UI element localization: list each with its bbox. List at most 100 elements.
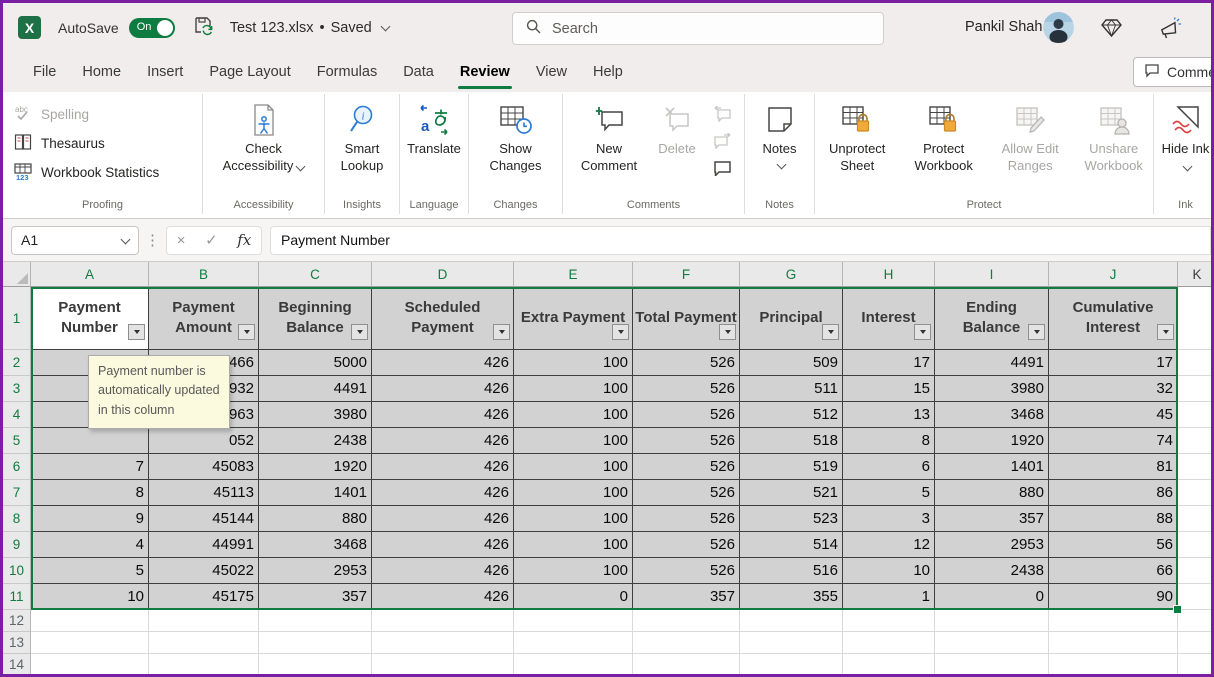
cell-B2[interactable]: 466: [149, 350, 259, 376]
cell-H8[interactable]: 3: [843, 506, 935, 532]
filter-button-I[interactable]: [1028, 324, 1045, 340]
tab-help[interactable]: Help: [580, 52, 636, 92]
cell-E3[interactable]: 100: [514, 376, 633, 402]
cell-K10[interactable]: [1178, 558, 1211, 584]
cell-G13[interactable]: [740, 632, 843, 654]
cell-G11[interactable]: 355: [740, 584, 843, 610]
cell-D13[interactable]: [372, 632, 514, 654]
column-header-D[interactable]: D: [372, 262, 514, 287]
formula-input[interactable]: [270, 226, 1211, 255]
cell-K7[interactable]: [1178, 480, 1211, 506]
cell-J4[interactable]: 45: [1049, 402, 1178, 428]
cell-H14[interactable]: [843, 654, 935, 674]
cell-K6[interactable]: [1178, 454, 1211, 480]
cell-E13[interactable]: [514, 632, 633, 654]
cell-J10[interactable]: 66: [1049, 558, 1178, 584]
cell-B5[interactable]: 052: [149, 428, 259, 454]
cell-B1[interactable]: Payment Amount: [149, 287, 259, 350]
name-box[interactable]: A1: [11, 226, 139, 255]
cell-G12[interactable]: [740, 610, 843, 632]
previous-comment-button[interactable]: [711, 105, 733, 123]
column-header-J[interactable]: J: [1049, 262, 1178, 287]
new-comment-button[interactable]: New Comment: [571, 97, 647, 177]
row-header-1[interactable]: 1: [3, 287, 31, 350]
cell-E12[interactable]: [514, 610, 633, 632]
cell-B12[interactable]: [149, 610, 259, 632]
cell-D10[interactable]: 426: [372, 558, 514, 584]
megaphone-icon[interactable]: [1158, 17, 1182, 45]
cell-K11[interactable]: [1178, 584, 1211, 610]
cell-G1[interactable]: Principal: [740, 287, 843, 350]
cell-J8[interactable]: 88: [1049, 506, 1178, 532]
cell-G10[interactable]: 516: [740, 558, 843, 584]
cell-F9[interactable]: 526: [633, 532, 740, 558]
cell-A14[interactable]: [31, 654, 149, 674]
cell-J14[interactable]: [1049, 654, 1178, 674]
cell-K4[interactable]: [1178, 402, 1211, 428]
show-changes-button[interactable]: Show Changes: [481, 97, 551, 175]
cell-H6[interactable]: 6: [843, 454, 935, 480]
cell-I5[interactable]: 1920: [935, 428, 1049, 454]
cell-B7[interactable]: 45113: [149, 480, 259, 506]
row-header-8[interactable]: 8: [3, 506, 31, 532]
cell-H5[interactable]: 8: [843, 428, 935, 454]
unprotect-sheet-button[interactable]: Unprotect Sheet: [815, 97, 899, 175]
cell-D9[interactable]: 426: [372, 532, 514, 558]
cell-F10[interactable]: 526: [633, 558, 740, 584]
cell-H13[interactable]: [843, 632, 935, 654]
filter-button-B[interactable]: [238, 324, 255, 340]
cell-A13[interactable]: [31, 632, 149, 654]
column-header-F[interactable]: F: [633, 262, 740, 287]
cell-J12[interactable]: [1049, 610, 1178, 632]
diamond-icon[interactable]: [1100, 17, 1123, 44]
column-header-B[interactable]: B: [149, 262, 259, 287]
cell-C3[interactable]: 4491: [259, 376, 372, 402]
cell-B11[interactable]: 45175: [149, 584, 259, 610]
cell-I8[interactable]: 357: [935, 506, 1049, 532]
row-header-13[interactable]: 13: [3, 632, 31, 654]
cell-D7[interactable]: 426: [372, 480, 514, 506]
cell-A4[interactable]: [31, 402, 149, 428]
column-header-K[interactable]: K: [1178, 262, 1211, 287]
cell-G8[interactable]: 523: [740, 506, 843, 532]
cell-J6[interactable]: 81: [1049, 454, 1178, 480]
comments-button[interactable]: Comments: [1133, 57, 1214, 87]
tab-view[interactable]: View: [523, 52, 580, 92]
cell-B14[interactable]: [149, 654, 259, 674]
cell-A12[interactable]: [31, 610, 149, 632]
cell-K8[interactable]: [1178, 506, 1211, 532]
cell-J2[interactable]: 17: [1049, 350, 1178, 376]
filter-button-A[interactable]: [128, 324, 145, 340]
enter-icon[interactable]: ✓: [205, 231, 218, 249]
search-input[interactable]: [550, 20, 850, 38]
cell-I1[interactable]: Ending Balance: [935, 287, 1049, 350]
tab-insert[interactable]: Insert: [134, 52, 196, 92]
fill-handle[interactable]: [1173, 605, 1182, 614]
row-header-6[interactable]: 6: [3, 454, 31, 480]
cell-H9[interactable]: 12: [843, 532, 935, 558]
cell-C13[interactable]: [259, 632, 372, 654]
cell-H4[interactable]: 13: [843, 402, 935, 428]
row-header-2[interactable]: 2: [3, 350, 31, 376]
cell-K12[interactable]: [1178, 610, 1211, 632]
filter-button-C[interactable]: [351, 324, 368, 340]
filter-button-G[interactable]: [822, 324, 839, 340]
cell-G9[interactable]: 514: [740, 532, 843, 558]
filter-button-D[interactable]: [493, 324, 510, 340]
cell-D12[interactable]: [372, 610, 514, 632]
workbook-statistics-button[interactable]: 123 Workbook Statistics: [3, 158, 202, 187]
column-header-C[interactable]: C: [259, 262, 372, 287]
cell-F2[interactable]: 526: [633, 350, 740, 376]
cell-J1[interactable]: Cumulative Interest: [1049, 287, 1178, 350]
cell-D1[interactable]: Scheduled Payment: [372, 287, 514, 350]
row-header-10[interactable]: 10: [3, 558, 31, 584]
row-header-4[interactable]: 4: [3, 402, 31, 428]
cell-A10[interactable]: 5: [31, 558, 149, 584]
cell-H1[interactable]: Interest: [843, 287, 935, 350]
cell-E11[interactable]: 0: [514, 584, 633, 610]
row-header-3[interactable]: 3: [3, 376, 31, 402]
cell-E9[interactable]: 100: [514, 532, 633, 558]
cell-I13[interactable]: [935, 632, 1049, 654]
cell-E5[interactable]: 100: [514, 428, 633, 454]
column-header-E[interactable]: E: [514, 262, 633, 287]
